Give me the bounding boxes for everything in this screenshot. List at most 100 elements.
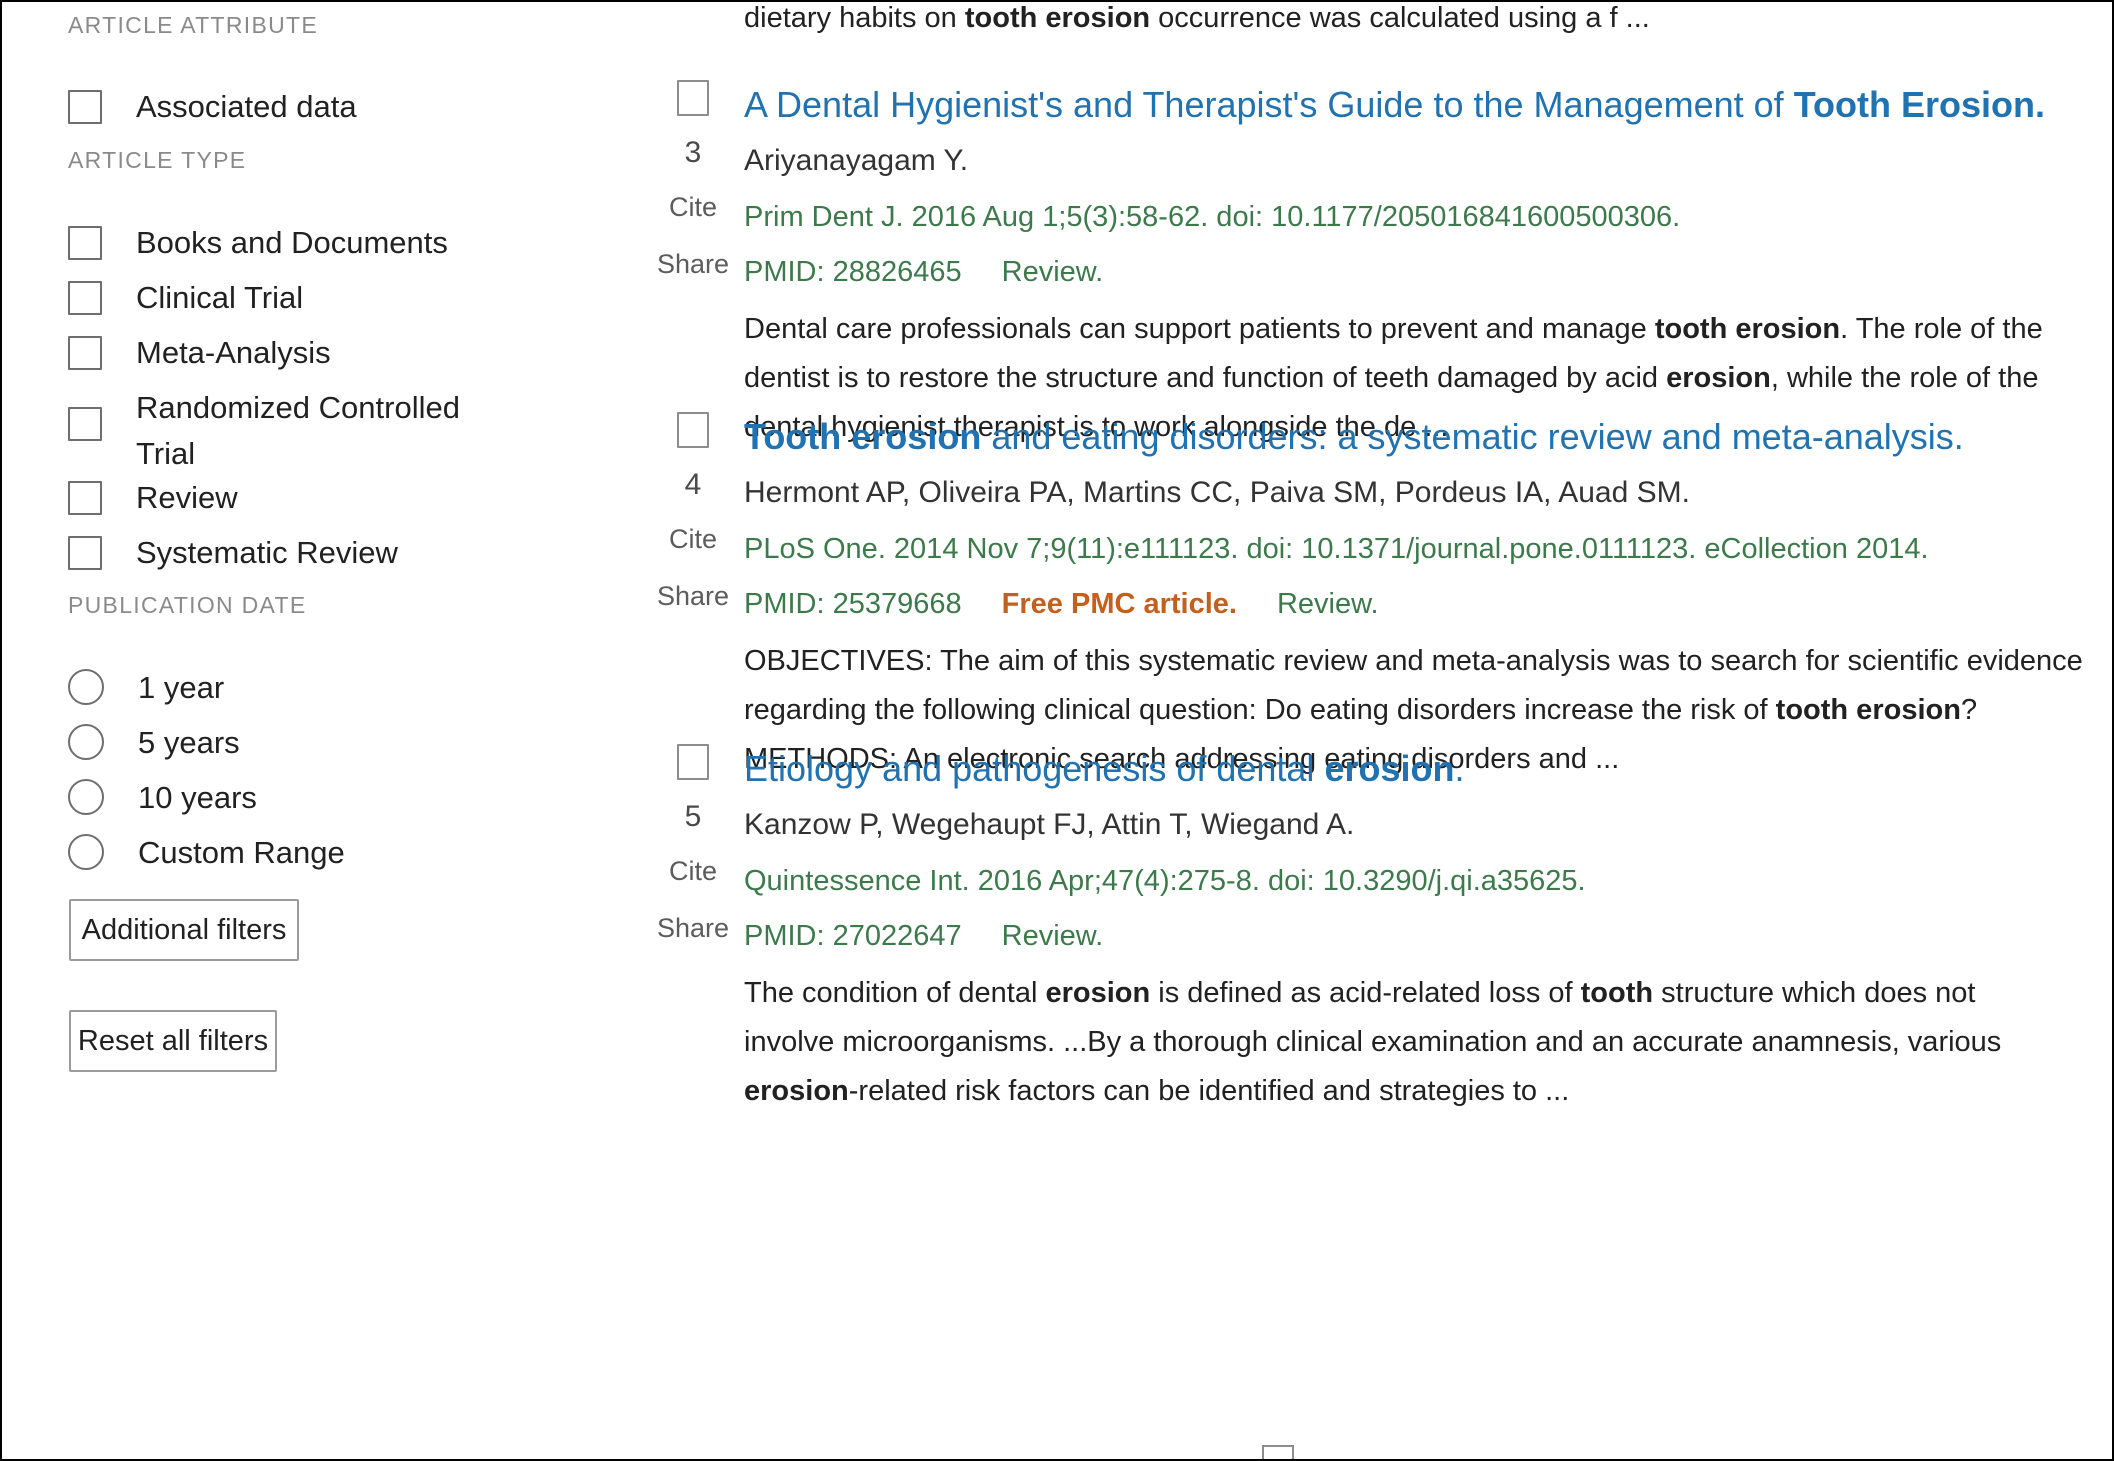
result-index: 4 — [684, 468, 702, 501]
filter-option-custom-range[interactable]: Custom Range — [68, 830, 345, 876]
cite-button[interactable]: Cite — [669, 526, 717, 553]
title-text: and eating disorders: a systematic revie… — [981, 416, 1964, 457]
previous-result-snippet-tail: dietary habits on tooth erosion occurren… — [604, 2, 1650, 38]
snippet-highlight: tooth erosion — [1654, 313, 1841, 345]
filter-option-label: Clinical Trial — [136, 280, 304, 315]
snippet-highlight: erosion — [1666, 362, 1771, 394]
radio-5-years[interactable] — [68, 724, 104, 760]
cite-button[interactable]: Cite — [669, 858, 717, 885]
result-select-checkbox[interactable] — [677, 80, 709, 116]
radio-1-year[interactable] — [68, 669, 104, 705]
result-meta: PMID: 28826465 Review. — [744, 250, 2112, 294]
radio-custom-range[interactable] — [68, 834, 104, 870]
result-title-link[interactable]: Etiology and pathogenesis of dental eros… — [744, 744, 2112, 794]
result-publication-type: Review. — [1001, 920, 1104, 952]
result-index: 3 — [684, 136, 702, 169]
result-item: 3 Cite Share A Dental Hygienist's and Th… — [604, 80, 2112, 452]
filter-option-label: Books and Documents — [136, 225, 448, 260]
title-text: Etiology and pathogenesis of dental — [744, 748, 1325, 789]
snippet-text: The condition of dental — [744, 977, 1046, 1009]
result-title-link[interactable]: A Dental Hygienist's and Therapist's Gui… — [744, 80, 2112, 130]
result-pmid: PMID: 27022647 — [744, 920, 962, 952]
filter-option-label: Systematic Review — [136, 535, 398, 570]
filter-option-label: Randomized Controlled Trial — [136, 390, 460, 471]
result-select-checkbox[interactable] — [677, 412, 709, 448]
snippet-text: occurrence was calculated using a f ... — [1150, 2, 1650, 34]
additional-filters-button[interactable]: Additional filters — [69, 899, 299, 961]
filter-option-label: Review — [136, 480, 238, 515]
filter-option-5-years[interactable]: 5 years — [68, 720, 240, 766]
result-content: Tooth erosion and eating disorders: a sy… — [744, 412, 2112, 784]
title-highlight: erosion — [1324, 748, 1455, 789]
result-journal-citation: Quintessence Int. 2016 Apr;47(4):275-8. … — [744, 865, 1586, 897]
share-button[interactable]: Share — [657, 583, 729, 610]
filter-option-associated-data[interactable]: Associated data — [68, 84, 357, 130]
filter-option-randomized-controlled-trial[interactable]: Randomized Controlled Trial — [68, 385, 498, 477]
result-actions-rail: 3 Cite Share — [604, 80, 744, 278]
snippet-highlight: tooth — [1580, 977, 1654, 1009]
filter-option-meta-analysis[interactable]: Meta-Analysis — [68, 330, 331, 376]
search-results-list: dietary habits on tooth erosion occurren… — [602, 2, 2112, 1459]
result-actions-rail: 4 Cite Share — [604, 412, 744, 610]
filter-option-label: 5 years — [138, 725, 240, 760]
result-authors: Kanzow P, Wegehaupt FJ, Attin T, Wiegand… — [744, 808, 1355, 841]
result-title-link[interactable]: Tooth erosion and eating disorders: a sy… — [744, 412, 2112, 462]
result-pmid: PMID: 25379668 — [744, 588, 962, 620]
radio-10-years[interactable] — [68, 779, 104, 815]
filter-group-publication-date: PUBLICATION DATE — [68, 592, 306, 619]
filter-option-label: Meta-Analysis — [136, 335, 331, 370]
result-journal-citation: Prim Dent J. 2016 Aug 1;5(3):58-62. doi:… — [744, 201, 1681, 233]
result-journal-citation: PLoS One. 2014 Nov 7;9(11):e111123. doi:… — [744, 533, 1929, 565]
result-content: Etiology and pathogenesis of dental eros… — [744, 744, 2112, 1116]
filter-option-label: Associated data — [136, 89, 357, 124]
filter-option-systematic-review[interactable]: Systematic Review — [68, 530, 398, 576]
filter-option-review[interactable]: Review — [68, 475, 238, 521]
filter-group-article-attribute: ARTICLE ATTRIBUTE — [68, 12, 318, 39]
result-authors: Ariyanayagam Y. — [744, 144, 969, 177]
next-result-select-checkbox[interactable] — [1262, 1445, 1294, 1459]
result-item: 5 Cite Share Etiology and pathogenesis o… — [604, 744, 2112, 1116]
filter-group-title: ARTICLE ATTRIBUTE — [68, 12, 319, 38]
snippet-text: dietary habits on — [744, 2, 965, 34]
filters-sidebar: ARTICLE ATTRIBUTE Associated data ARTICL… — [2, 2, 602, 1459]
checkbox-systematic-review[interactable] — [68, 536, 102, 570]
snippet-highlight: erosion — [1045, 977, 1151, 1009]
filter-option-label: 1 year — [138, 670, 225, 705]
checkbox-meta-analysis[interactable] — [68, 336, 102, 370]
result-index: 5 — [684, 800, 702, 833]
checkbox-clinical-trial[interactable] — [68, 281, 102, 315]
title-text: . — [1454, 748, 1465, 789]
filter-option-label: 10 years — [138, 780, 257, 815]
result-actions-rail: 5 Cite Share — [604, 744, 744, 942]
snippet-text: is defined as acid-related loss of — [1150, 977, 1581, 1009]
title-text: A Dental Hygienist's and Therapist's Gui… — [744, 84, 1794, 125]
filter-option-clinical-trial[interactable]: Clinical Trial — [68, 275, 303, 321]
checkbox-review[interactable] — [68, 481, 102, 515]
result-content: A Dental Hygienist's and Therapist's Gui… — [744, 80, 2112, 452]
snippet-highlight: erosion — [744, 1075, 849, 1107]
result-authors: Hermont AP, Oliveira PA, Martins CC, Pai… — [744, 476, 1690, 509]
result-meta: PMID: 25379668 Free PMC article. Review. — [744, 582, 2112, 626]
filter-option-books-and-documents[interactable]: Books and Documents — [68, 220, 448, 266]
filter-option-label: Custom Range — [138, 835, 345, 870]
snippet-text: -related risk factors can be identified … — [848, 1075, 1570, 1107]
title-highlight: Tooth erosion — [744, 416, 982, 457]
filter-option-10-years[interactable]: 10 years — [68, 775, 257, 821]
checkbox-books-and-documents[interactable] — [68, 226, 102, 260]
result-select-checkbox[interactable] — [677, 744, 709, 780]
filter-option-1-year[interactable]: 1 year — [68, 665, 224, 711]
result-pmid: PMID: 28826465 — [744, 256, 962, 288]
filter-group-title: ARTICLE TYPE — [68, 147, 247, 173]
checkbox-randomized-controlled-trial[interactable] — [68, 407, 102, 441]
pubmed-search-results-page: ARTICLE ATTRIBUTE Associated data ARTICL… — [0, 0, 2114, 1461]
result-snippet: The condition of dental erosion is defin… — [744, 969, 2064, 1116]
result-item: 4 Cite Share Tooth erosion and eating di… — [604, 412, 2112, 784]
checkbox-associated-data[interactable] — [68, 90, 102, 124]
result-meta: PMID: 27022647 Review. — [744, 914, 2112, 958]
snippet-highlight: tooth erosion — [964, 2, 1151, 34]
cite-button[interactable]: Cite — [669, 194, 717, 221]
share-button[interactable]: Share — [657, 251, 729, 278]
reset-all-filters-button[interactable]: Reset all filters — [69, 1010, 277, 1072]
share-button[interactable]: Share — [657, 915, 729, 942]
title-highlight: Tooth Erosion. — [1793, 84, 2045, 125]
